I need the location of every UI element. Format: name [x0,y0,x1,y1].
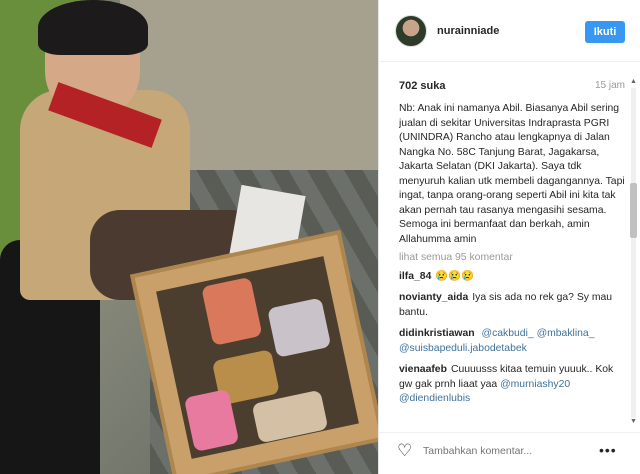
post-panel: nurainniade Ikuti 702 suka 15 jam Nb: An… [378,0,640,474]
comment-item: novianty_aida Iya sis ada no rek ga? Sy m… [399,291,627,320]
comment-item: didinkristiawan @cakbudi_ @mbaklina_ @su… [399,327,627,356]
comment-username[interactable]: novianty_aida [399,292,468,303]
comment-mention[interactable]: @diendienlubis [399,393,470,404]
post-caption: Nb: Anak ini namanya Abil. Biasanya Abil… [399,103,625,245]
photo-snack-box [129,229,378,474]
comment-username[interactable]: vienaafeb [399,364,447,375]
scroll-up-arrow-icon[interactable]: ▲ [630,78,637,85]
scrollbar-track[interactable] [631,88,636,418]
comment-mention[interactable]: @murniashy20 [500,379,570,390]
heart-icon[interactable]: ♡ [397,441,412,461]
post-photo[interactable] [0,0,378,474]
comment-mention[interactable]: @mbaklina_ [537,328,595,339]
comments-scroll-area[interactable]: Nb: Anak ini namanya Abil. Biasanya Abil… [399,102,627,428]
photo-snack-bag [201,276,263,346]
view-all-comments-link[interactable]: lihat semua 95 komentar [399,251,627,266]
comment-username[interactable]: ilfa_84 [399,271,431,282]
scrollbar-thumb[interactable] [630,183,637,238]
photo-box-interior [156,256,359,459]
comment-input[interactable] [423,442,573,460]
comment-mention[interactable]: @suisbapeduli.jabodetabek [399,343,527,354]
scroll-down-arrow-icon[interactable]: ▼ [630,418,637,425]
post-date[interactable]: 15 jam [589,80,625,91]
photo-boy-hair [38,0,148,55]
photo-snack-bag [251,389,329,444]
avatar[interactable] [395,15,427,47]
comment-mention[interactable]: @cakbudi_ [482,328,534,339]
comment-item: vienaafeb Cuuuusss kitaa temuin yuuuk.. K… [399,363,627,407]
comments-scrollbar[interactable]: ▲ ▼ [629,78,638,428]
more-options-icon[interactable]: ••• [599,442,617,458]
comment-username[interactable]: didinkristiawan [399,328,475,339]
post-footer: ♡ ••• [379,432,640,474]
comment-item: ilfa_84 😢😢😢 [399,270,627,285]
follow-button[interactable]: Ikuti [585,21,625,43]
username-link[interactable]: nurainniade [437,25,499,37]
post-header: nurainniade Ikuti [379,0,640,62]
photo-snack-bag [267,297,332,358]
likes-count[interactable]: 702 suka [399,80,445,92]
comment-text: 😢😢😢 [435,270,475,282]
